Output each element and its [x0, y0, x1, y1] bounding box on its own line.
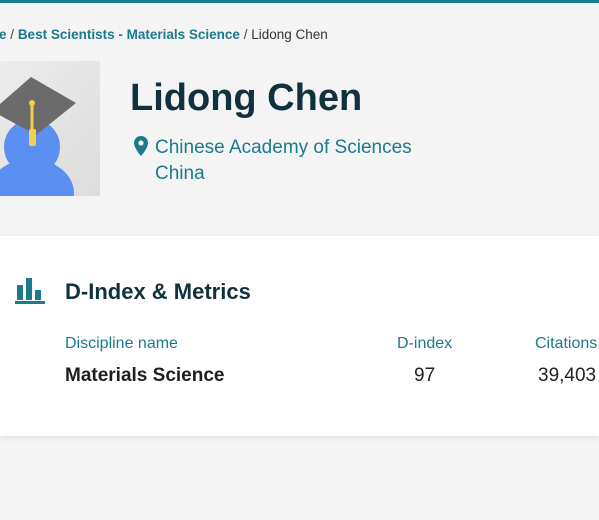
- column-header-discipline: Discipline name: [65, 335, 178, 352]
- breadcrumb-current: Lidong Chen: [251, 27, 328, 42]
- column-header-citations: Citations: [535, 335, 598, 352]
- citations-value: 39,403: [538, 365, 597, 386]
- breadcrumb: e / Best Scientists - Materials Science …: [0, 27, 328, 42]
- discipline-name-cell[interactable]: Materials Science: [65, 365, 224, 387]
- avatar: [0, 61, 100, 196]
- graduate-avatar-icon: [0, 77, 76, 196]
- breadcrumb-separator: /: [10, 27, 15, 42]
- d-index-value: 97: [414, 365, 436, 386]
- institution-name[interactable]: Chinese Academy of Sciences: [155, 135, 412, 161]
- breadcrumb-separator: /: [243, 27, 248, 42]
- bar-chart-icon: [15, 278, 45, 304]
- metrics-title: D-Index & Metrics: [65, 279, 251, 304]
- top-accent-bar: [0, 0, 599, 3]
- country-name: China: [155, 163, 205, 184]
- map-pin-icon: [134, 136, 148, 156]
- breadcrumb-category-link[interactable]: Best Scientists - Materials Science: [18, 27, 240, 42]
- breadcrumb-home-link[interactable]: e: [0, 27, 7, 42]
- column-header-d-index: D-index: [397, 335, 453, 352]
- scientist-name: Lidong Chen: [130, 77, 363, 119]
- metrics-card: D-Index & Metrics Discipline name D-inde…: [0, 236, 599, 436]
- affiliation: Chinese Academy of Sciences China: [134, 135, 412, 187]
